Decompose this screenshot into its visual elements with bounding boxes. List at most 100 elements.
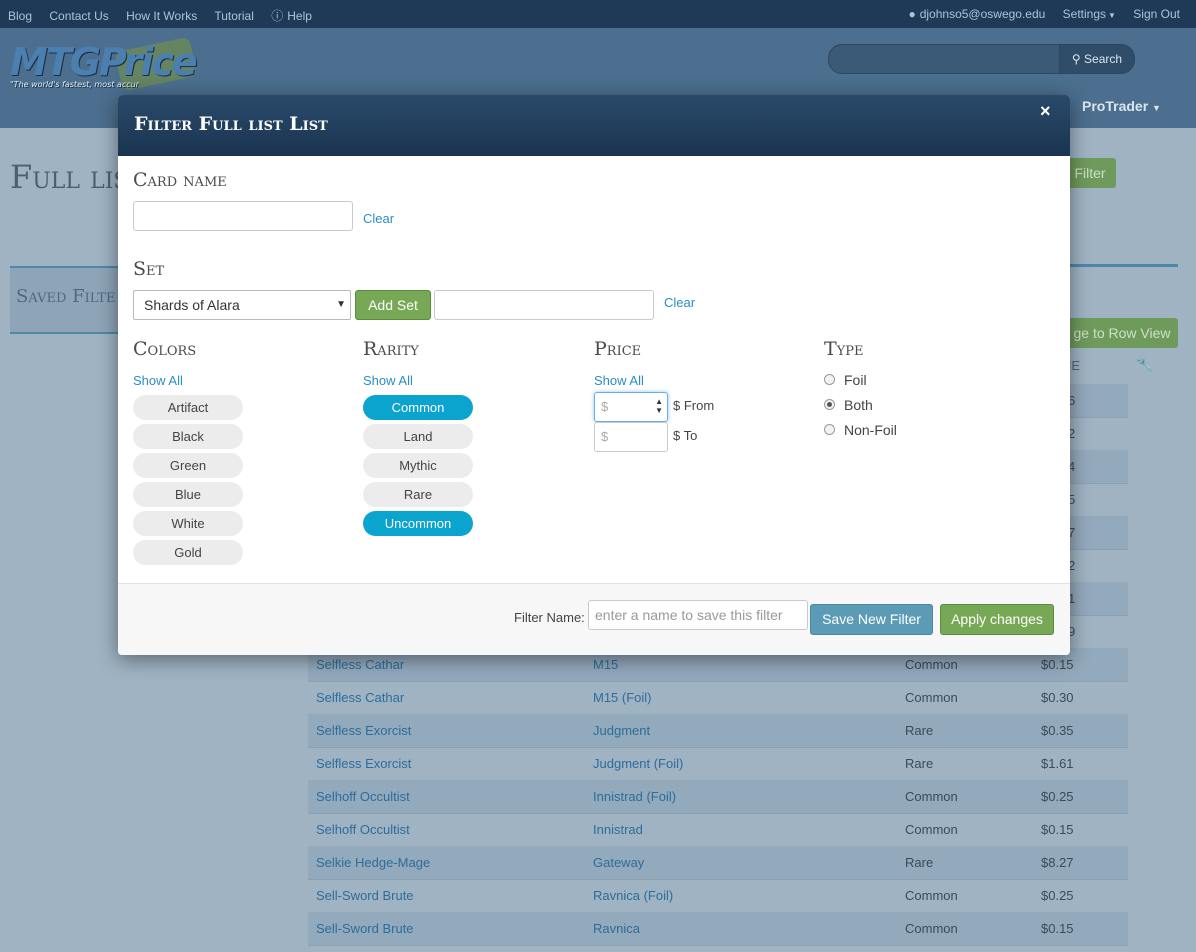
sets-input[interactable] [434,290,654,320]
set-link[interactable]: M15 (Foil) [593,690,652,705]
user-icon: ● [908,7,916,21]
type-label-foil[interactable]: Foil [844,372,867,388]
nav-link-contact[interactable]: Contact Us [49,9,108,23]
card-name-link[interactable]: Sell-Sword Brute [316,921,414,936]
filter-button[interactable]: Filter [1064,158,1116,188]
set-link[interactable]: Judgment (Foil) [593,756,683,771]
rarity-cell: Rare [905,756,934,771]
rarity-cell: Common [905,690,958,705]
filter-name-label: Filter Name: [514,610,585,625]
card-name-link[interactable]: Selfless Exorcist [316,723,411,738]
price-from-placeholder: $ [601,399,609,414]
add-set-button[interactable]: Add Set [355,290,431,320]
protrader-menu[interactable]: ProTrader ▼ [1082,98,1161,114]
set-link[interactable]: Gateway [593,855,644,870]
set-select[interactable]: Shards of Alara ▼ [133,290,351,320]
rarity-pill-mythic[interactable]: Mythic [363,453,473,478]
type-label-nonfoil[interactable]: Non-Foil [844,422,897,438]
colors-show-all-link[interactable]: Show All [133,373,183,388]
type-radio-foil[interactable] [824,374,835,385]
price-cell: $0.15 [1041,657,1074,672]
nav-link-tutorial[interactable]: Tutorial [214,9,254,23]
wrench-icon[interactable]: 🔧 [1136,356,1153,373]
chevron-down-icon: ▼ [336,299,346,310]
nav-link-help[interactable]: Help [287,9,312,23]
color-pill-white[interactable]: White [133,511,243,536]
top-nav-links: Blog Contact Us How It Works Tutorial ⓘ H… [8,7,326,24]
card-name-link[interactable]: Selhoff Occultist [316,822,410,837]
price-to-input[interactable]: $ [594,422,668,452]
close-icon[interactable]: × [1040,101,1051,122]
color-pill-green[interactable]: Green [133,453,243,478]
rarity-label: Rarity [363,338,419,360]
rarity-pill-land[interactable]: Land [363,424,473,449]
set-link[interactable]: Ravnica [593,921,640,936]
saved-filters-panel: Saved Filte [10,266,118,334]
set-link[interactable]: M15 [593,657,618,672]
price-from-label: $ From [673,398,715,413]
color-pill-artifact[interactable]: Artifact [133,395,243,420]
table-row: Selfless Exorcist Judgment (Foil) Rare $… [308,747,1128,781]
saved-filters-title: Saved Filte [16,286,116,307]
price-cell: $0.15 [1041,921,1074,936]
set-link[interactable]: Judgment [593,723,650,738]
signout-link[interactable]: Sign Out [1133,7,1180,21]
color-pill-black[interactable]: Black [133,424,243,449]
user-email[interactable]: djohnso5@oswego.edu [920,7,1046,21]
price-cell: $1.61 [1041,756,1074,771]
type-label-both[interactable]: Both [844,397,873,413]
rarity-cell: Common [905,888,958,903]
protrader-label: ProTrader [1082,98,1149,114]
price-cell: $0.25 [1041,789,1074,804]
rarity-pill-common[interactable]: Common [363,395,473,420]
colors-label: Colors [133,338,197,360]
search-button-label: Search [1084,52,1123,66]
card-name-link[interactable]: Selkie Hedge-Mage [316,855,430,870]
divider [1068,264,1178,267]
search-input[interactable] [828,44,1062,74]
site-logo[interactable]: MTGPrice "The world's fastest, most accur [10,40,198,89]
search-button[interactable]: ⚲ Search [1059,44,1135,74]
filter-name-input[interactable]: enter a name to save this filter [588,600,808,630]
stepper-arrows-icon[interactable]: ▲ ▼ [655,397,663,415]
nav-link-blog[interactable]: Blog [8,9,32,23]
set-link[interactable]: Ravnica (Foil) [593,888,673,903]
rarity-cell: Rare [905,723,934,738]
top-nav: Blog Contact Us How It Works Tutorial ⓘ H… [0,0,1196,28]
color-pill-gold[interactable]: Gold [133,540,243,565]
rarity-cell: Common [905,657,958,672]
modal-title: Filter Full list List [134,113,328,135]
rarity-pill-rare[interactable]: Rare [363,482,473,507]
type-radio-both[interactable] [824,399,835,410]
rarity-pill-uncommon[interactable]: Uncommon [363,511,473,536]
type-radio-nonfoil[interactable] [824,424,835,435]
card-name-link[interactable]: Sell-Sword Brute [316,888,414,903]
card-name-link[interactable]: Selfless Cathar [316,657,404,672]
card-name-input[interactable] [133,201,353,231]
price-cell: $8.27 [1041,855,1074,870]
rarity-show-all-link[interactable]: Show All [363,373,413,388]
chevron-down-icon: ▼ [1108,11,1116,20]
rarity-cell: Common [905,822,958,837]
color-pill-blue[interactable]: Blue [133,482,243,507]
price-from-input[interactable]: $ ▲ ▼ [594,392,668,422]
price-show-all-link[interactable]: Show All [594,373,644,388]
search-icon: ⚲ [1071,52,1081,66]
set-clear-link[interactable]: Clear [664,295,695,310]
card-name-clear-link[interactable]: Clear [363,211,394,226]
set-link[interactable]: Innistrad [593,822,643,837]
logo-text: MTGPrice [10,40,198,84]
card-name-link[interactable]: Selfless Cathar [316,690,404,705]
table-row: Selfless Exorcist Judgment Rare $0.35 [308,714,1128,748]
nav-link-how-it-works[interactable]: How It Works [126,9,197,23]
card-name-link[interactable]: Selfless Exorcist [316,756,411,771]
settings-menu[interactable]: Settings [1063,7,1106,21]
set-label: Set [133,258,165,280]
table-row: Sell-Sword Brute Ravnica (Foil) Common $… [308,879,1128,913]
set-link[interactable]: Innistrad (Foil) [593,789,676,804]
save-new-filter-button[interactable]: Save New Filter [810,604,933,635]
card-name-link[interactable]: Selhoff Occultist [316,789,410,804]
rarity-cell: Common [905,921,958,936]
row-view-button[interactable]: ge to Row View [1066,318,1178,348]
apply-changes-button[interactable]: Apply changes [940,604,1054,635]
